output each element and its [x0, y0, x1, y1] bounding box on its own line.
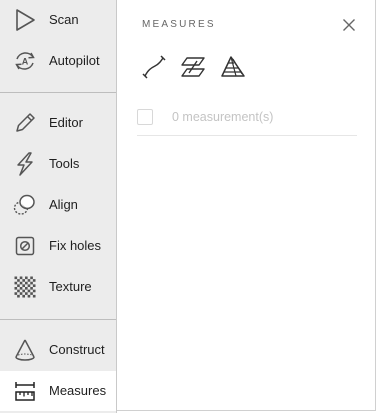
sidebar-divider	[0, 319, 116, 320]
lightning-icon	[12, 151, 38, 177]
close-button[interactable]	[341, 17, 357, 33]
fix-holes-icon	[12, 233, 38, 259]
sidebar-item-label: Editor	[49, 115, 83, 130]
sidebar-item-measures[interactable]: Measures	[0, 371, 116, 411]
cone-icon	[12, 337, 38, 363]
sidebar-item-texture[interactable]: Texture	[0, 267, 116, 307]
ruler-icon	[12, 378, 38, 404]
measurement-list-item: 0 measurement(s)	[137, 106, 357, 136]
sidebar-item-label: Align	[49, 197, 78, 212]
autopilot-icon: A	[12, 48, 38, 74]
close-icon	[341, 19, 357, 37]
svg-text:A: A	[22, 57, 29, 67]
align-icon	[12, 192, 38, 218]
sidebar: Scan A Autopilot Editor Tools Align Fix …	[0, 0, 117, 413]
curve-measure-icon	[140, 53, 168, 81]
section-measure-icon	[179, 53, 207, 81]
checkerboard-icon	[12, 274, 38, 300]
sidebar-item-label: Texture	[49, 279, 92, 294]
measures-panel: MEASURES 0 measurement(s)	[117, 0, 376, 411]
sidebar-item-tools[interactable]: Tools	[0, 144, 116, 184]
sidebar-item-label: Scan	[49, 12, 79, 27]
pencil-icon	[12, 110, 38, 136]
curve-measure-button[interactable]	[140, 53, 168, 81]
measurement-count-label: 0 measurement(s)	[172, 110, 274, 124]
sidebar-item-label: Construct	[49, 342, 105, 357]
panel-title: MEASURES	[142, 19, 216, 30]
sidebar-divider	[0, 92, 116, 93]
sidebar-item-fix-holes[interactable]: Fix holes	[0, 226, 116, 266]
app-window: Scan A Autopilot Editor Tools Align Fix …	[0, 0, 378, 413]
sidebar-item-label: Fix holes	[49, 238, 102, 253]
volume-measure-icon	[219, 53, 247, 81]
sidebar-item-label: Autopilot	[49, 53, 100, 68]
triangle-play-icon	[12, 7, 38, 33]
measurement-checkbox[interactable]	[137, 109, 153, 125]
sidebar-item-label: Tools	[49, 156, 80, 171]
section-measure-button[interactable]	[179, 53, 207, 81]
sidebar-item-scan[interactable]: Scan	[0, 0, 116, 40]
sidebar-item-editor[interactable]: Editor	[0, 103, 116, 143]
sidebar-item-align[interactable]: Align	[0, 185, 116, 225]
sidebar-item-construct[interactable]: Construct	[0, 330, 116, 370]
sidebar-item-label: Measures	[49, 383, 107, 398]
sidebar-item-autopilot[interactable]: A Autopilot	[0, 41, 116, 81]
volume-measure-button[interactable]	[219, 53, 247, 81]
